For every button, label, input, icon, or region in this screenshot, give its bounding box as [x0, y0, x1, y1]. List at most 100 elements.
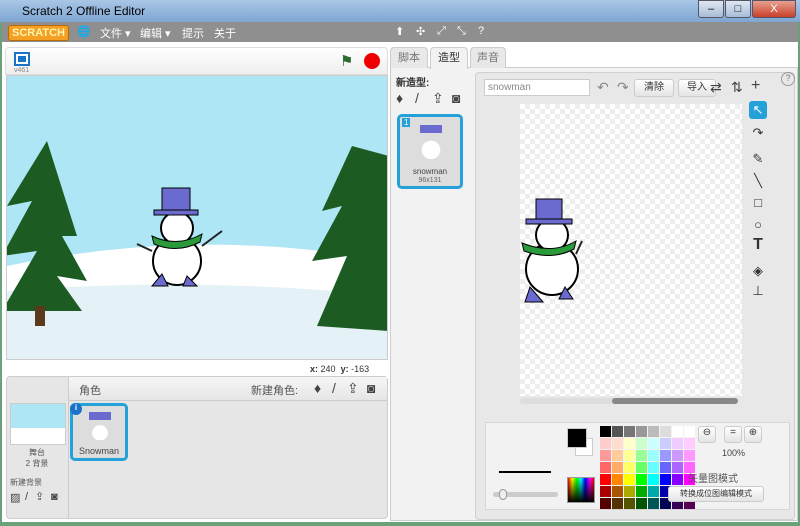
palette-swatch[interactable]: [648, 438, 659, 449]
palette-swatch[interactable]: [636, 438, 647, 449]
reshape-tool-icon[interactable]: ↷: [749, 124, 767, 142]
camera-costume-icon[interactable]: ◙: [452, 91, 460, 105]
minimize-button[interactable]: –: [698, 0, 724, 18]
palette-swatch[interactable]: [624, 426, 635, 437]
upload-backdrop-icon[interactable]: ⇪: [35, 490, 44, 504]
text-tool-icon[interactable]: T: [749, 236, 767, 254]
zoom-out-button[interactable]: ⊖: [698, 426, 716, 443]
tab-costumes[interactable]: 造型: [430, 47, 468, 69]
palette-swatch[interactable]: [600, 498, 611, 509]
globe-icon[interactable]: 🌐: [77, 25, 91, 38]
palette-swatch[interactable]: [660, 462, 671, 473]
primary-color[interactable]: [567, 428, 587, 448]
palette-swatch[interactable]: [648, 450, 659, 461]
palette-swatch[interactable]: [648, 474, 659, 485]
line-width-slider[interactable]: [493, 489, 558, 500]
upload-sprite-icon[interactable]: ⇪: [347, 381, 359, 395]
palette-swatch[interactable]: [636, 462, 647, 473]
paint-canvas[interactable]: [520, 104, 742, 396]
palette-swatch[interactable]: [624, 450, 635, 461]
shrink-icon[interactable]: ⤡: [457, 25, 466, 38]
delete-cut-icon[interactable]: ✣: [416, 25, 425, 38]
palette-swatch[interactable]: [660, 438, 671, 449]
palette-swatch[interactable]: [684, 450, 695, 461]
scratch-logo[interactable]: SCRATCH: [8, 25, 69, 41]
palette-swatch[interactable]: [684, 438, 695, 449]
green-flag-icon[interactable]: ⚑: [340, 52, 353, 70]
palette-swatch[interactable]: [660, 474, 671, 485]
palette-swatch[interactable]: [648, 498, 659, 509]
stamp-tool-icon[interactable]: ⊥: [749, 282, 767, 300]
help-icon[interactable]: ?: [478, 25, 484, 37]
stop-icon[interactable]: [364, 53, 380, 69]
tab-scripts[interactable]: 脚本: [390, 47, 428, 68]
palette-swatch[interactable]: [636, 498, 647, 509]
palette-swatch[interactable]: [612, 474, 623, 485]
stage-canvas[interactable]: [6, 75, 388, 360]
upload-costume-icon[interactable]: ⇪: [432, 91, 444, 105]
paint-backdrop-icon[interactable]: /: [25, 490, 28, 504]
color-picker[interactable]: [567, 477, 595, 503]
palette-swatch[interactable]: [600, 474, 611, 485]
palette-swatch[interactable]: [672, 438, 683, 449]
palette-swatch[interactable]: [624, 438, 635, 449]
palette-swatch[interactable]: [612, 426, 623, 437]
stage-thumbnail[interactable]: [10, 403, 66, 445]
grow-icon[interactable]: ⤢: [437, 25, 446, 38]
palette-swatch[interactable]: [612, 486, 623, 497]
palette-swatch[interactable]: [684, 426, 695, 437]
palette-swatch[interactable]: [636, 450, 647, 461]
info-icon[interactable]: i: [70, 403, 82, 415]
fill-tool-icon[interactable]: ◈: [749, 262, 767, 280]
convert-to-bitmap-button[interactable]: 转换成位图编辑模式: [668, 486, 764, 502]
palette-swatch[interactable]: [624, 474, 635, 485]
sprite-thumbnail[interactable]: i Snowman: [70, 403, 128, 461]
camera-sprite-icon[interactable]: ◙: [367, 381, 375, 395]
paint-sprite-icon[interactable]: /: [332, 381, 336, 395]
sprite-library-icon[interactable]: ♦: [314, 381, 321, 395]
costume-library-icon[interactable]: ♦: [396, 91, 403, 105]
zoom-in-button[interactable]: ⊕: [744, 426, 762, 443]
palette-swatch[interactable]: [636, 486, 647, 497]
backdrop-library-icon[interactable]: ▨: [10, 491, 20, 505]
palette-swatch[interactable]: [660, 450, 671, 461]
clear-button[interactable]: 清除: [634, 79, 674, 97]
palette-swatch[interactable]: [624, 498, 635, 509]
redo-icon[interactable]: ↷: [617, 80, 629, 94]
palette-swatch[interactable]: [648, 462, 659, 473]
close-button[interactable]: X: [752, 0, 796, 18]
palette-swatch[interactable]: [612, 438, 623, 449]
palette-swatch[interactable]: [600, 462, 611, 473]
palette-swatch[interactable]: [672, 474, 683, 485]
undo-icon[interactable]: ↶: [597, 80, 609, 94]
menu-file[interactable]: 文件 ▾: [100, 25, 131, 41]
paint-costume-icon[interactable]: /: [415, 91, 419, 105]
set-center-icon[interactable]: +: [751, 78, 760, 94]
flip-horizontal-icon[interactable]: ⇄: [710, 80, 722, 94]
palette-swatch[interactable]: [648, 486, 659, 497]
rectangle-tool-icon[interactable]: □: [749, 194, 767, 212]
menu-edit[interactable]: 编辑 ▾: [140, 25, 171, 41]
palette-swatch[interactable]: [612, 462, 623, 473]
palette-swatch[interactable]: [600, 450, 611, 461]
palette-swatch[interactable]: [600, 426, 611, 437]
palette-swatch[interactable]: [636, 426, 647, 437]
palette-swatch[interactable]: [624, 462, 635, 473]
zoom-reset-button[interactable]: =: [724, 426, 742, 443]
tab-sounds[interactable]: 声音: [470, 47, 506, 68]
costume-item[interactable]: 1 snowman 96x131: [397, 114, 463, 189]
palette-swatch[interactable]: [636, 474, 647, 485]
palette-swatch[interactable]: [612, 498, 623, 509]
palette-swatch[interactable]: [612, 450, 623, 461]
ellipse-tool-icon[interactable]: ○: [749, 216, 767, 234]
line-tool-icon[interactable]: ╲: [749, 172, 767, 190]
duplicate-icon[interactable]: ⬆: [395, 25, 404, 38]
palette-swatch[interactable]: [672, 462, 683, 473]
palette-swatch[interactable]: [660, 426, 671, 437]
palette-swatch[interactable]: [624, 486, 635, 497]
menu-about[interactable]: 关于: [214, 25, 236, 41]
palette-swatch[interactable]: [672, 426, 683, 437]
maximize-button[interactable]: □: [725, 0, 751, 18]
help-icon[interactable]: ?: [781, 72, 795, 86]
palette-swatch[interactable]: [600, 486, 611, 497]
